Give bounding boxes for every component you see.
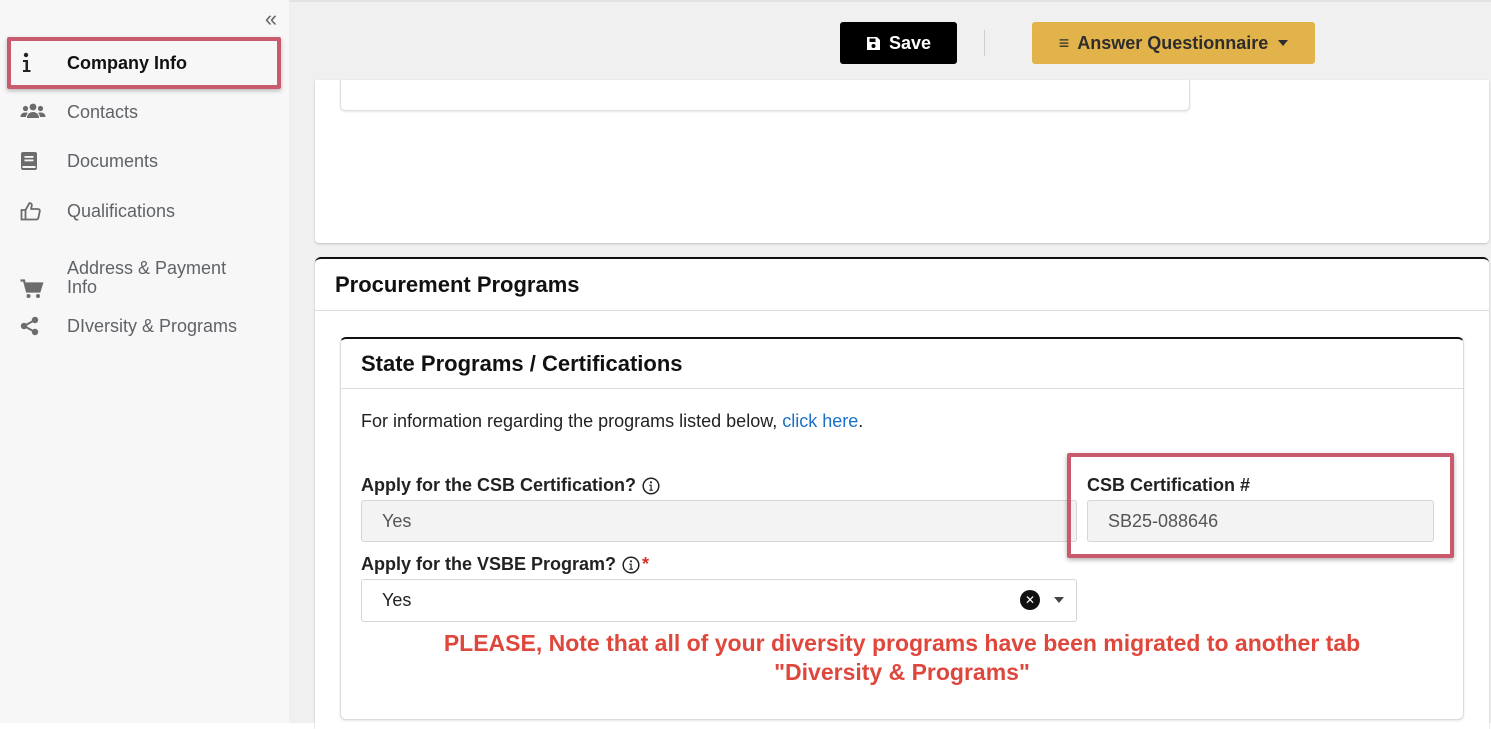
sidebar-item-label: Address & Payment Info: [67, 258, 227, 297]
sidebar-item-label: Qualifications: [67, 200, 176, 221]
main-content: Save ≡ Answer Questionnaire Procurement …: [289, 0, 1491, 729]
info-text: For information regarding the programs l…: [361, 411, 783, 431]
info-circle-icon[interactable]: [642, 476, 660, 495]
thumbs-up-icon: [20, 199, 48, 223]
toolbar: Save ≡ Answer Questionnaire: [289, 0, 1491, 82]
csb-apply-field[interactable]: Yes: [361, 500, 1077, 542]
migration-note-line-1: PLEASE, Note that all of your diversity …: [443, 630, 1361, 656]
sidebar-item-label: DIversity & Programs: [67, 315, 238, 336]
share-icon: [20, 314, 48, 338]
sidebar-item-label: Contacts: [67, 101, 139, 122]
info-circle-icon[interactable]: [622, 555, 640, 574]
vsbe-selected-value: Yes: [382, 590, 412, 610]
save-button-label: Save: [888, 32, 932, 53]
sidebar-item-diversity-programs[interactable]: DIversity & Programs: [20, 314, 275, 338]
sidebar-item-documents[interactable]: Documents: [20, 149, 275, 173]
clear-selection-icon[interactable]: ✕: [1020, 590, 1040, 610]
menu-lines-icon: ≡: [1058, 32, 1070, 53]
cart-icon: [20, 277, 48, 301]
answer-questionnaire-label: Answer Questionnaire: [1077, 32, 1269, 53]
toolbar-divider: [984, 30, 985, 56]
csb-apply-label-text: Apply for the CSB Certification?: [361, 475, 637, 495]
previous-section-inner-card: [340, 80, 1190, 111]
sidebar-item-label: Documents: [67, 150, 159, 171]
sidebar-item-qualifications[interactable]: Qualifications: [20, 199, 275, 223]
csb-apply-label: Apply for the CSB Certification?: [361, 475, 660, 496]
required-asterisk: *: [642, 554, 650, 574]
sidebar-item-address-payment[interactable]: Address & Payment Info: [20, 255, 275, 301]
floppy-disk-icon: [866, 36, 881, 51]
csb-number-highlight: [1067, 453, 1454, 558]
active-item-highlight: [7, 37, 281, 89]
sidebar: « Company Info Contacts Documents Qualif…: [0, 0, 289, 723]
save-button[interactable]: Save: [840, 22, 957, 64]
vsbe-apply-label: Apply for the VSBE Program? *: [361, 554, 649, 575]
vsbe-apply-label-text: Apply for the VSBE Program?: [361, 554, 617, 574]
state-programs-title: State Programs / Certifications: [341, 339, 1463, 389]
chevron-down-icon: [1278, 40, 1289, 46]
collapse-sidebar-icon[interactable]: «: [261, 8, 281, 30]
vsbe-apply-select[interactable]: Yes ✕: [361, 579, 1077, 622]
migration-note-line-2: "Diversity & Programs": [774, 659, 1030, 685]
previous-section-card: [315, 80, 1489, 243]
programs-info-text: For information regarding the programs l…: [361, 411, 863, 432]
users-icon: [20, 100, 48, 124]
chevron-down-icon[interactable]: [1054, 597, 1064, 603]
book-icon: [20, 149, 48, 173]
procurement-programs-title: Procurement Programs: [315, 259, 1489, 311]
info-text-end: .: [858, 411, 864, 431]
answer-questionnaire-button[interactable]: ≡ Answer Questionnaire: [1032, 22, 1315, 64]
click-here-link[interactable]: click here: [782, 411, 858, 431]
sidebar-item-contacts[interactable]: Contacts: [20, 100, 275, 124]
